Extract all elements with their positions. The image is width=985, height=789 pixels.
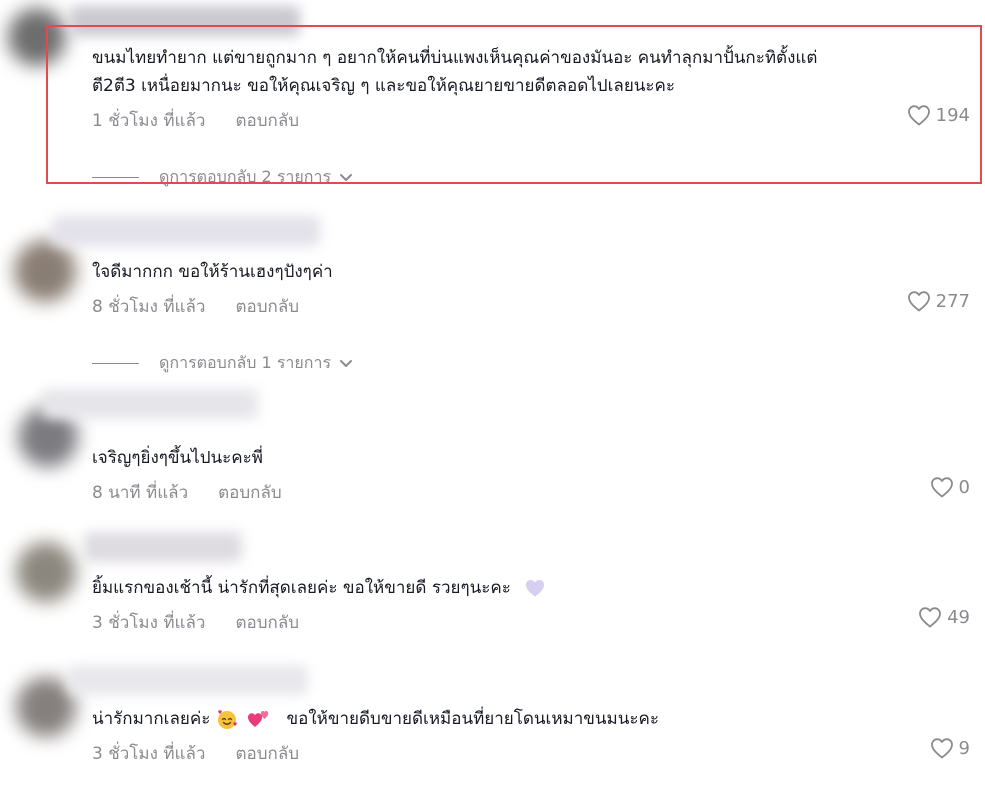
comment-meta: 3 ชั่วโมง ที่แล้ว ตอบกลับ [92,609,299,636]
username-blurred[interactable] [52,216,320,246]
view-replies-button[interactable]: ดูการตอบกลับ 1 รายการ [92,351,353,376]
like-button[interactable]: 9 [930,737,970,759]
like-count: 194 [935,104,970,126]
comment-text-after: ขอให้ขายดีบขายดีเหมือนที่ยายโดนเหมาขนมนะ… [286,709,660,729]
view-replies-label: ดูการตอบกลับ 1 รายการ [159,353,332,372]
chevron-down-icon [340,173,353,181]
username-blurred[interactable] [42,389,258,419]
comment-text-line2: ตี2ตี3 เหนื่อยมากนะ ขอให้คุณเจริญ ๆ และข… [92,76,676,96]
username-blurred[interactable] [84,532,242,562]
like-button[interactable]: 194 [907,104,970,126]
heart-outline-icon [919,607,941,628]
like-button[interactable]: 277 [907,290,970,312]
comment-time: 8 ชั่วโมง ที่แล้ว [92,297,206,317]
divider-line [92,177,139,178]
avatar[interactable] [16,542,76,602]
like-button[interactable]: 49 [918,606,970,628]
comment-item: เจริญๆยิ่งๆขึ้นไปนะคะพี่ 8 นาที ที่แล้ว ต… [0,385,985,515]
reply-button[interactable]: ตอบกลับ [235,111,299,131]
divider-line [92,363,139,364]
two-hearts-emoji-icon [248,711,269,727]
like-count: 49 [947,606,970,628]
heart-outline-icon [930,738,953,759]
like-count: 9 [958,737,970,759]
comment-item: ขนมไทยทำยาก แต่ขายถูกมาก ๆ อยากให้คนที่บ… [0,0,985,190]
comment-text-body: ยิ้มแรกของเช้านี้ น่ารักที่สุดเลยค่ะ ขอใ… [92,578,511,598]
view-replies-label: ดูการตอบกลับ 2 รายการ [159,167,332,186]
like-count: 277 [935,290,970,312]
heart-outline-icon [930,477,953,498]
reply-button[interactable]: ตอบกลับ [235,744,299,764]
like-button[interactable]: 0 [930,476,970,498]
avatar[interactable] [16,677,76,737]
reply-button[interactable]: ตอบกลับ [235,613,299,633]
comment-text: ใจดีมากกก ขอให้ร้านเฮงๆปังๆค่า [92,262,333,282]
reply-button[interactable]: ตอบกลับ [218,483,282,503]
comment-meta: 8 ชั่วโมง ที่แล้ว ตอบกลับ [92,293,299,320]
comment-time: 3 ชั่วโมง ที่แล้ว [92,613,206,633]
like-count: 0 [958,476,970,498]
comment-meta: 1 ชั่วโมง ที่แล้ว ตอบกลับ [92,107,299,134]
comment-text: น่ารักมากเลยค่ะ ขอให้ขายดีบขายดีเหมือนที… [92,705,659,733]
comment-time: 8 นาที ที่แล้ว [92,483,189,503]
reply-button[interactable]: ตอบกลับ [235,297,299,317]
purple-heart-emoji-icon [526,580,545,597]
comment-time: 3 ชั่วโมง ที่แล้ว [92,744,206,764]
avatar[interactable] [8,8,66,66]
comment-meta: 3 ชั่วโมง ที่แล้ว ตอบกลับ [92,740,299,767]
comment-text: ยิ้มแรกของเช้านี้ น่ารักที่สุดเลยค่ะ ขอใ… [92,574,546,602]
avatar[interactable] [14,240,76,302]
comment-text: เจริญๆยิ่งๆขึ้นไปนะคะพี่ [92,448,263,468]
comment-item: ใจดีมากกก ขอให้ร้านเฮงๆปังๆค่า 8 ชั่วโมง… [0,200,985,380]
username-blurred[interactable] [70,6,300,36]
smiling-face-with-hearts-emoji-icon [217,710,237,729]
comment-text: ขนมไทยทำยาก แต่ขายถูกมาก ๆ อยากให้คนที่บ… [92,48,818,68]
heart-outline-icon [907,105,930,126]
comment-item: ยิ้มแรกของเช้านี้ น่ารักที่สุดเลยค่ะ ขอใ… [0,520,985,650]
username-blurred[interactable] [68,665,308,695]
comment-time: 1 ชั่วโมง ที่แล้ว [92,111,206,131]
comment-text-before: น่ารักมากเลยค่ะ [92,709,211,729]
chevron-down-icon [340,359,353,367]
view-replies-button[interactable]: ดูการตอบกลับ 2 รายการ [92,165,353,190]
heart-outline-icon [907,291,930,312]
comment-meta: 8 นาที ที่แล้ว ตอบกลับ [92,479,282,506]
comment-item: น่ารักมากเลยค่ะ ขอให้ขายดีบขายดีเหมือนที… [0,655,985,789]
